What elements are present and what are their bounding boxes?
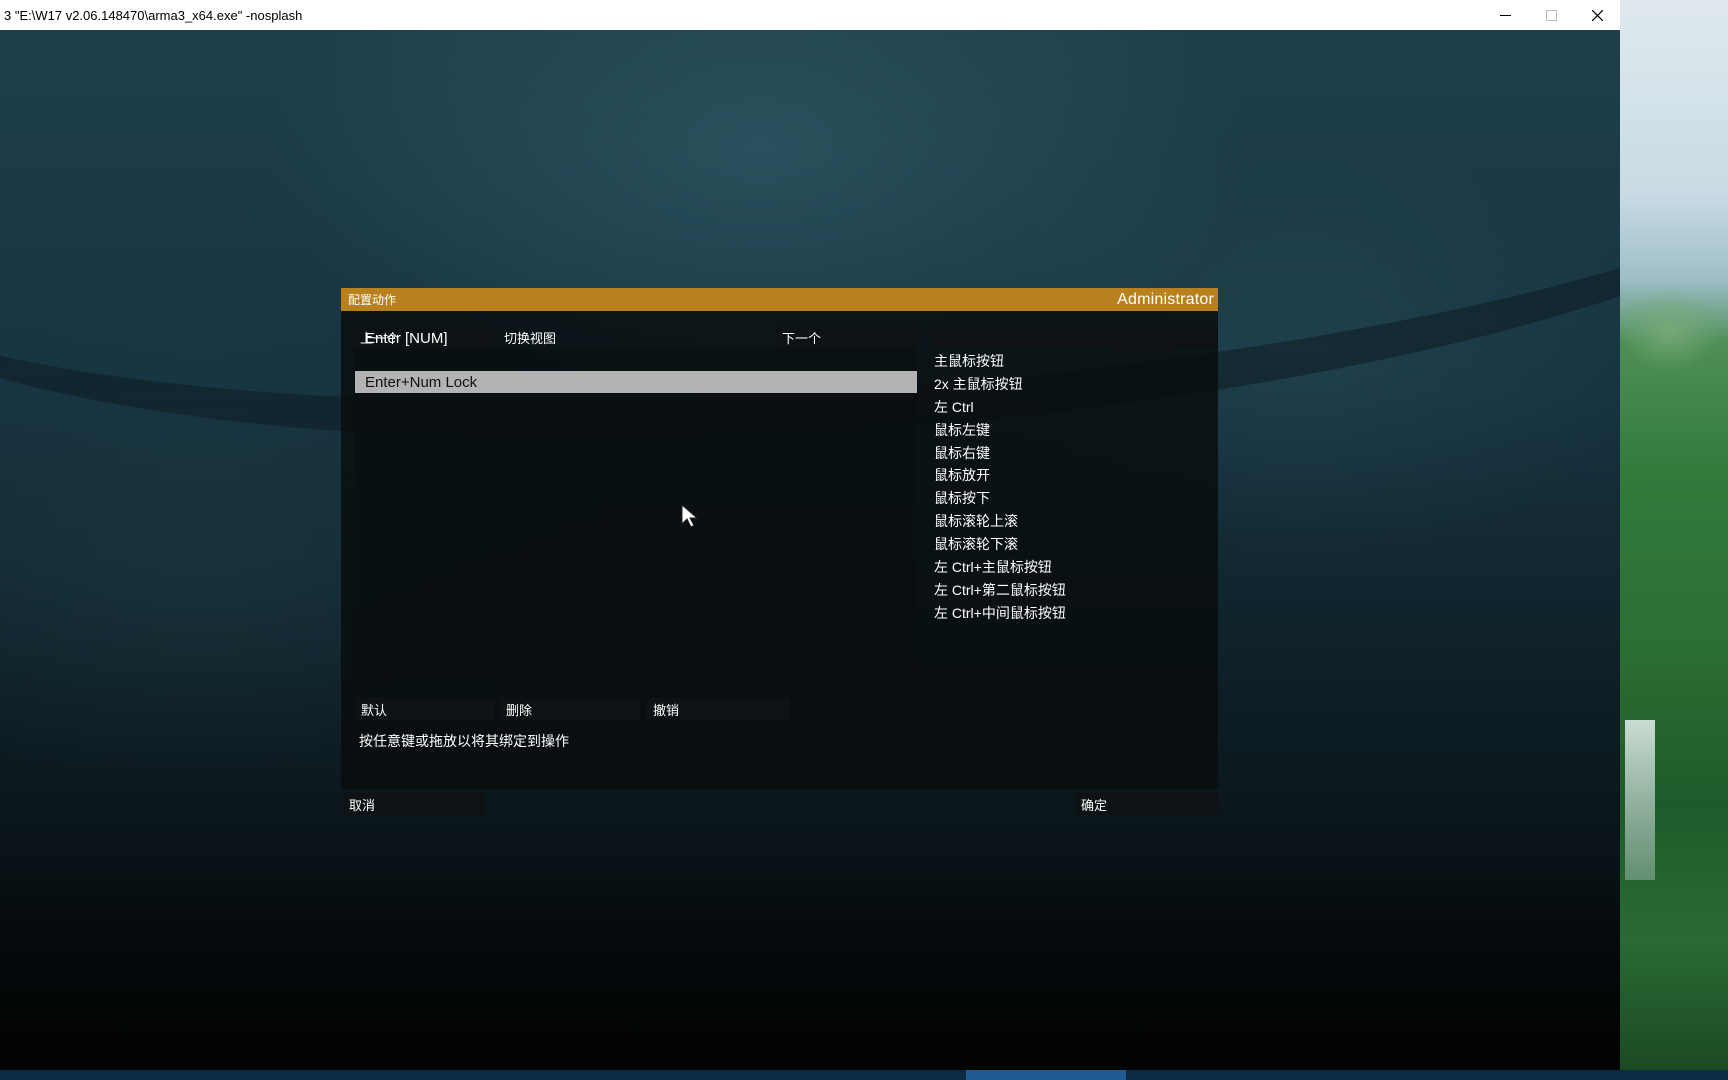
minimize-button[interactable]	[1482, 0, 1528, 30]
dialog-title: 配置动作	[348, 293, 397, 307]
action-item[interactable]: 2x 主鼠标按钮	[934, 373, 1023, 395]
taskbar-active-item[interactable]	[966, 1070, 1126, 1080]
close-button[interactable]	[1574, 0, 1620, 30]
key-row-enter-num[interactable]: Enter [NUM]	[355, 327, 917, 349]
actions-header	[931, 326, 1218, 348]
waterfall-image	[1625, 720, 1655, 880]
action-item[interactable]: 鼠标放开	[934, 464, 990, 486]
action-item[interactable]: 左 Ctrl+中间鼠标按钮	[934, 602, 1066, 624]
maximize-button[interactable]	[1528, 0, 1574, 30]
key-row-enter-numlock[interactable]: Enter+Num Lock	[355, 371, 917, 393]
action-item[interactable]: 鼠标按下	[934, 487, 990, 509]
action-item[interactable]: 主鼠标按钮	[934, 350, 1004, 372]
binding-hint: 按任意键或拖放以将其绑定到操作	[359, 733, 569, 749]
close-icon	[1591, 9, 1603, 21]
mouse-cursor-icon	[681, 504, 699, 528]
ground-shadow	[0, 850, 1620, 1070]
ok-button[interactable]: 确定	[1075, 793, 1218, 815]
delete-button[interactable]: 删除	[500, 698, 640, 720]
undo-button[interactable]: 撤销	[647, 698, 790, 720]
action-item[interactable]: 左 Ctrl+主鼠标按钮	[934, 556, 1052, 578]
maximize-icon	[1545, 9, 1557, 21]
action-item[interactable]: 左 Ctrl+第二鼠标按钮	[934, 579, 1066, 601]
key-list	[354, 348, 917, 685]
desktop-wallpaper	[1620, 0, 1728, 1070]
action-item[interactable]: 鼠标左键	[934, 419, 990, 441]
window-title: 3 "E:\W17 v2.06.148470\arma3_x64.exe" -n…	[4, 7, 303, 23]
action-item[interactable]: 鼠标滚轮上滚	[934, 510, 1018, 532]
minimize-icon	[1499, 14, 1511, 16]
user-name: Administrator	[1117, 290, 1214, 308]
action-item[interactable]: 左 Ctrl	[934, 396, 974, 418]
cancel-button[interactable]: 取消	[343, 793, 485, 815]
taskbar	[0, 1070, 1728, 1080]
action-item[interactable]: 鼠标右键	[934, 442, 990, 464]
dialog-header: 配置动作 Administrator	[341, 288, 1218, 311]
action-item[interactable]: 鼠标滚轮下滚	[934, 533, 1018, 555]
default-button[interactable]: 默认	[355, 698, 495, 720]
window-titlebar: 3 "E:\W17 v2.06.148470\arma3_x64.exe" -n…	[0, 0, 1620, 30]
